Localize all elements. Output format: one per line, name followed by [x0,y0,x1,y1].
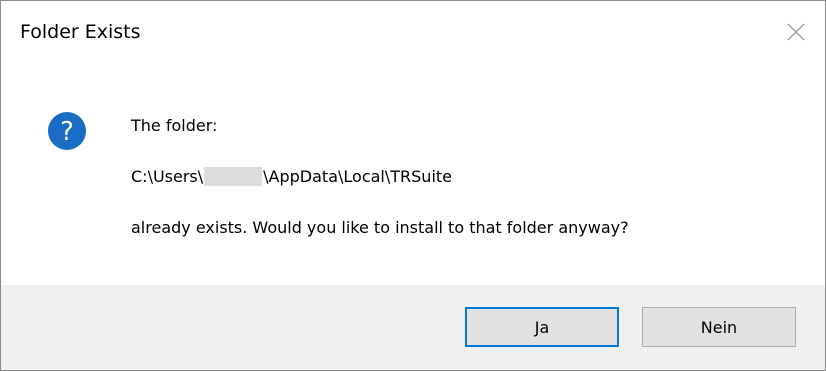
path-prefix: C:\Users\ [131,167,204,186]
yes-button[interactable]: Ja [465,307,619,347]
dialog-title: Folder Exists [20,21,141,43]
message-line-path: C:\Users\ \AppData\Local\TRSuite [131,167,452,186]
path-suffix: \AppData\Local\TRSuite [263,167,453,186]
folder-exists-dialog: Folder Exists ? The folder: C:\Users\ \Ap… [0,0,826,371]
redacted-username [204,167,263,186]
message-line-folder: The folder: [131,116,218,135]
no-button[interactable]: Nein [642,307,796,347]
title-bar: Folder Exists [1,1,825,67]
svg-text:?: ? [60,117,74,147]
close-button[interactable] [773,9,819,55]
message-line-question: already exists. Would you like to instal… [131,218,629,237]
question-icon: ? [47,111,87,151]
close-icon [787,23,805,41]
button-bar: Ja Nein [1,285,825,370]
dialog-content: ? The folder: C:\Users\ \AppData\Local\TR… [1,67,825,285]
